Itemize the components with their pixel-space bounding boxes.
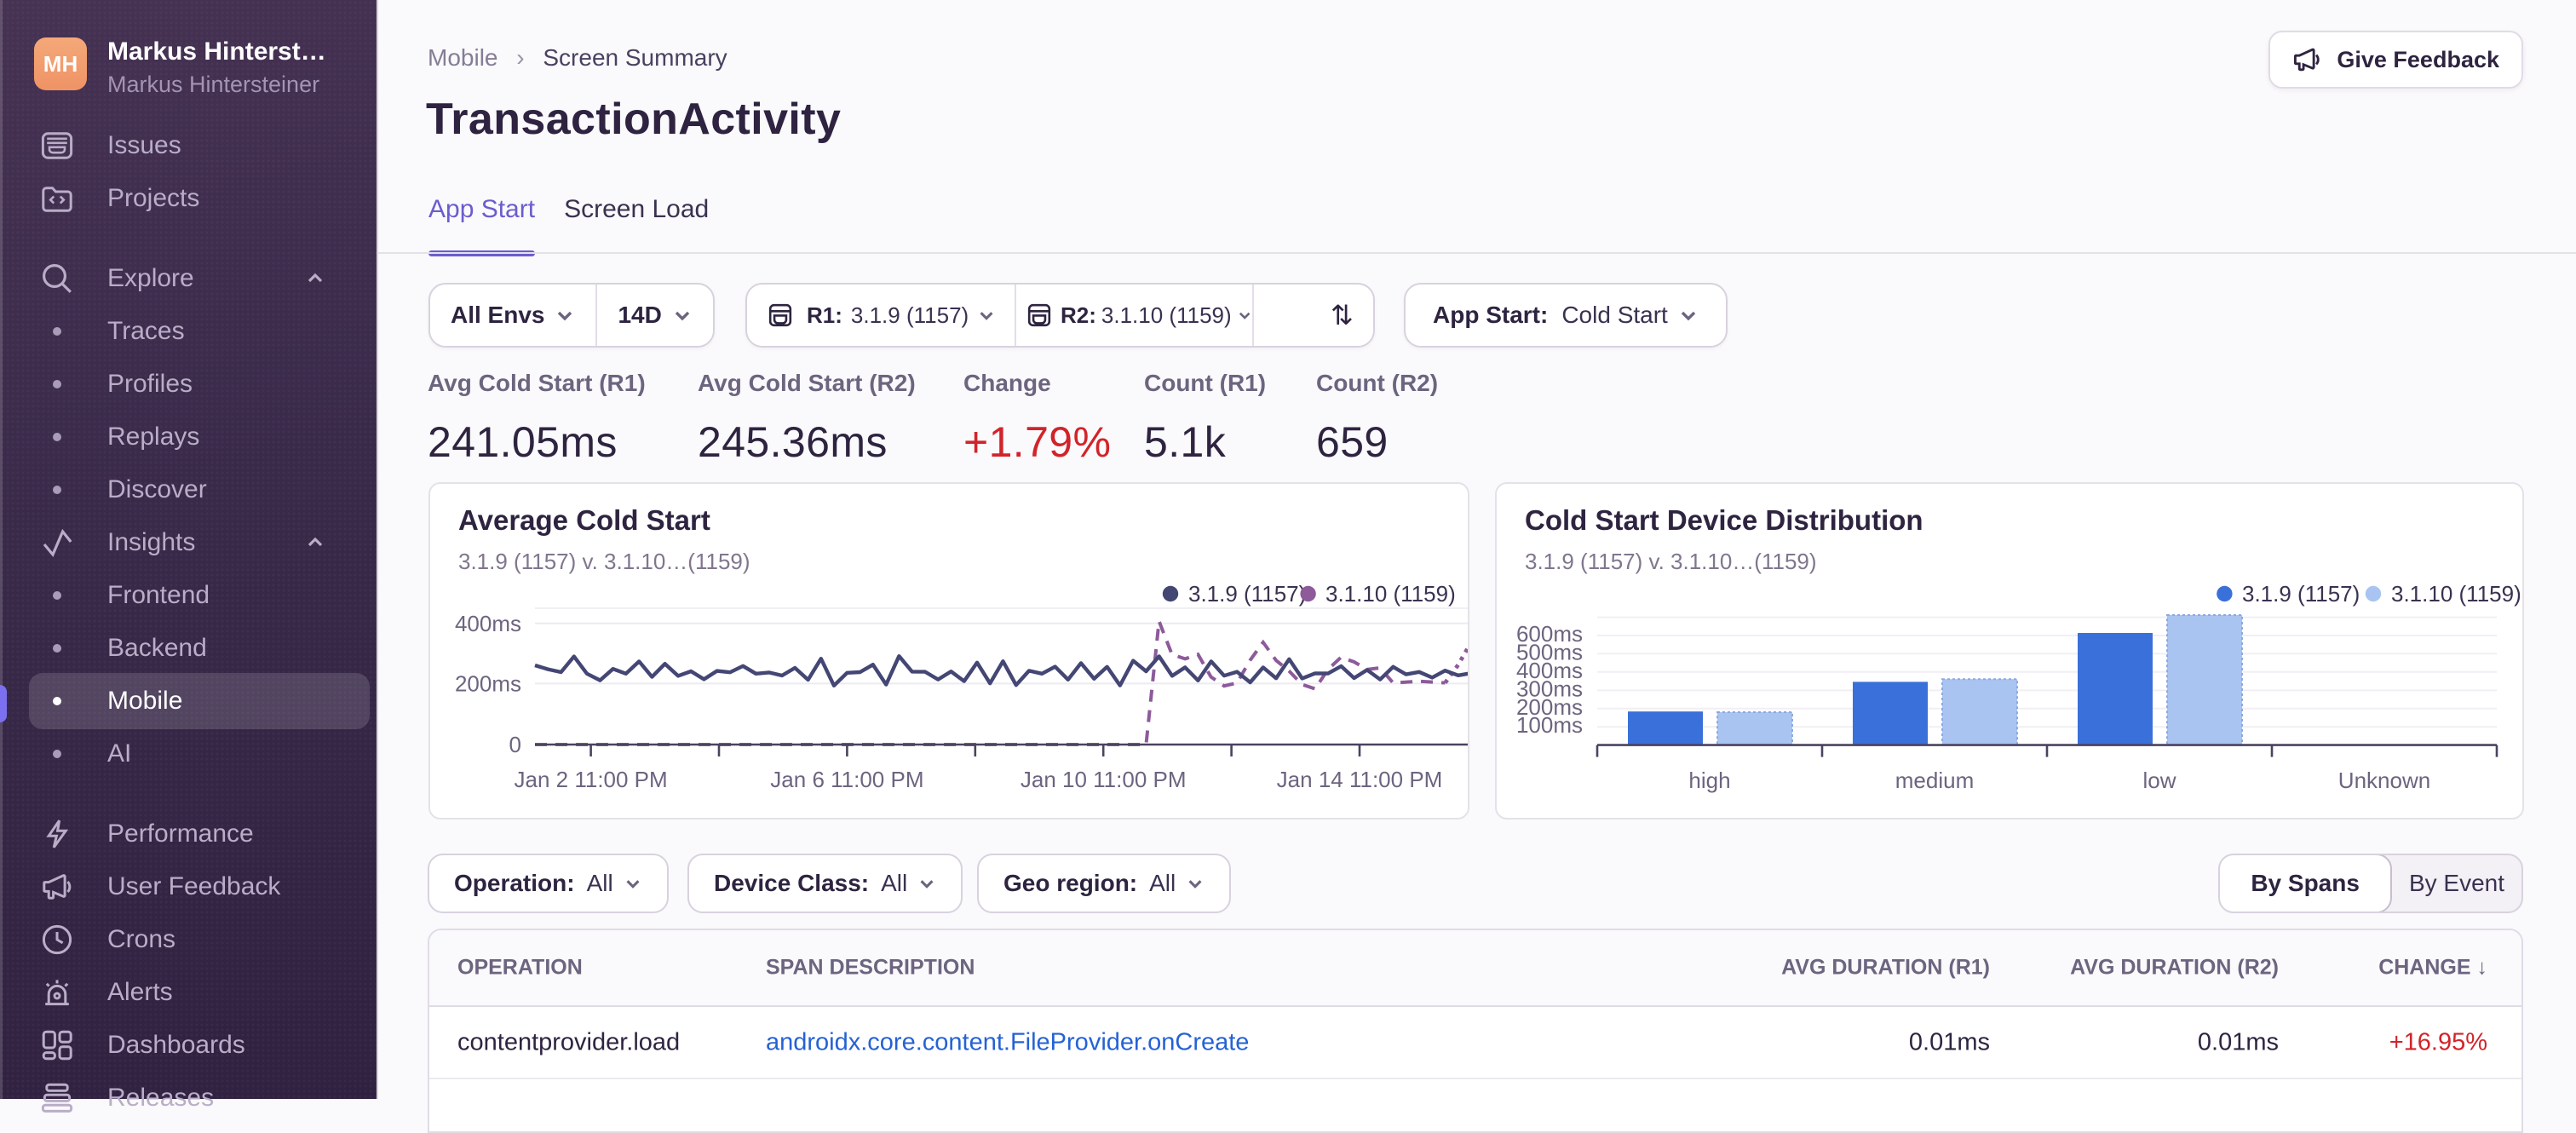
svg-text:100ms: 100ms: [1516, 712, 1583, 738]
svg-text:3.1.10 (1159): 3.1.10 (1159): [2391, 581, 2521, 607]
svg-text:400ms: 400ms: [455, 611, 521, 636]
svg-text:Jan 6 11:00 PM: Jan 6 11:00 PM: [770, 767, 923, 792]
svg-text:0: 0: [509, 732, 521, 757]
svg-text:medium: medium: [1895, 768, 1974, 793]
svg-text:3.1.9 (1157): 3.1.9 (1157): [1188, 581, 1306, 607]
svg-text:3.1.9 (1157): 3.1.9 (1157): [2242, 581, 2360, 607]
svg-text:Jan 10 11:00 PM: Jan 10 11:00 PM: [1021, 767, 1187, 792]
svg-text:low: low: [2142, 768, 2176, 793]
svg-text:high: high: [1688, 768, 1730, 793]
svg-text:Jan 14 11:00 PM: Jan 14 11:00 PM: [1277, 767, 1443, 792]
svg-text:200ms: 200ms: [455, 670, 521, 696]
svg-text:3.1.10 (1159): 3.1.10 (1159): [1325, 581, 1456, 607]
svg-text:Unknown: Unknown: [2338, 768, 2430, 793]
svg-text:Jan 2 11:00 PM: Jan 2 11:00 PM: [515, 767, 668, 792]
